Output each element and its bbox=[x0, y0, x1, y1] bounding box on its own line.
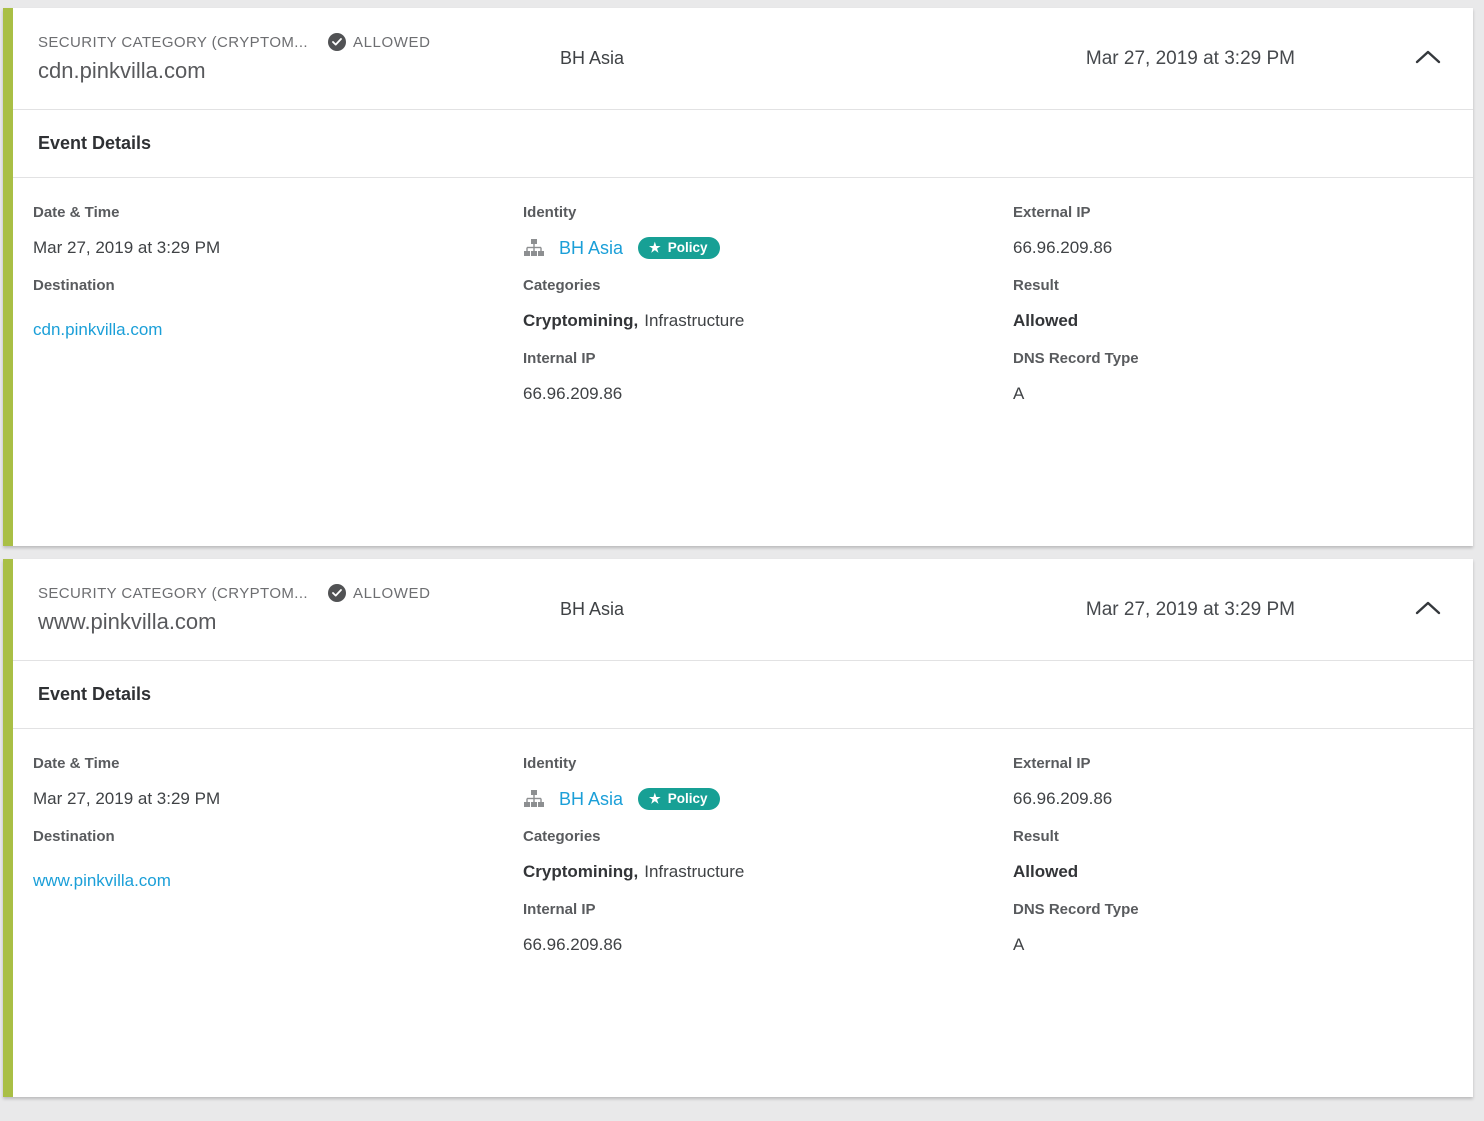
section-title-row: Event Details bbox=[13, 110, 1473, 178]
result-field: Result Allowed bbox=[1013, 277, 1473, 332]
event-card-header: SECURITY CATEGORY (CRYPTOM... ALLOWED cd… bbox=[13, 8, 1473, 110]
field-value: Allowed bbox=[1013, 861, 1473, 883]
header-timestamp: Mar 27, 2019 at 3:29 PM bbox=[1086, 599, 1295, 621]
field-label: Internal IP bbox=[523, 350, 1013, 367]
field-label: Date & Time bbox=[33, 204, 523, 221]
category-primary: Cryptomining, bbox=[523, 311, 638, 330]
date-time-field: Date & Time Mar 27, 2019 at 3:29 PM bbox=[33, 204, 523, 259]
sitemap-icon bbox=[523, 239, 545, 257]
category-primary: Cryptomining, bbox=[523, 862, 638, 881]
field-label: Categories bbox=[523, 828, 1013, 845]
event-card: SECURITY CATEGORY (CRYPTOM... ALLOWED ww… bbox=[3, 559, 1473, 1097]
field-value: Allowed bbox=[1013, 310, 1473, 332]
policy-badge[interactable]: ★ Policy bbox=[638, 788, 720, 810]
status-label: ALLOWED bbox=[353, 585, 431, 602]
field-value: A bbox=[1013, 383, 1473, 405]
external-ip-field: External IP 66.96.209.86 bbox=[1013, 204, 1473, 259]
identity-field: Identity BH Asia ★ Policy bbox=[523, 204, 1013, 259]
categories-field: Categories Cryptomining, Infrastructure bbox=[523, 277, 1013, 332]
details-column-right: External IP 66.96.209.86 Result Allowed … bbox=[1013, 755, 1473, 1097]
field-value: 66.96.209.86 bbox=[523, 934, 1013, 956]
header-identity: BH Asia bbox=[560, 599, 624, 620]
field-value: 66.96.209.86 bbox=[1013, 788, 1473, 810]
category-secondary: Infrastructure bbox=[644, 862, 744, 881]
identity-link[interactable]: BH Asia bbox=[559, 238, 623, 259]
identity-link[interactable]: BH Asia bbox=[559, 789, 623, 810]
field-label: Date & Time bbox=[33, 755, 523, 772]
event-details-grid: Date & Time Mar 27, 2019 at 3:29 PM Dest… bbox=[13, 178, 1473, 546]
chevron-up-icon bbox=[1415, 50, 1441, 67]
field-value: 66.96.209.86 bbox=[523, 383, 1013, 405]
destination-link[interactable]: cdn.pinkvilla.com bbox=[33, 320, 162, 339]
section-title-row: Event Details bbox=[13, 661, 1473, 729]
event-card-header: SECURITY CATEGORY (CRYPTOM... ALLOWED ww… bbox=[13, 559, 1473, 661]
identity-field: Identity BH Asia ★ Policy bbox=[523, 755, 1013, 810]
details-column-left: Date & Time Mar 27, 2019 at 3:29 PM Dest… bbox=[33, 204, 523, 546]
date-time-field: Date & Time Mar 27, 2019 at 3:29 PM bbox=[33, 755, 523, 810]
field-label: External IP bbox=[1013, 755, 1473, 772]
external-ip-field: External IP 66.96.209.86 bbox=[1013, 755, 1473, 810]
field-label: Destination bbox=[33, 828, 523, 845]
details-column-middle: Identity BH Asia ★ Policy Categories Cry… bbox=[523, 755, 1013, 1097]
destination-field: Destination cdn.pinkvilla.com bbox=[33, 277, 523, 340]
event-details-grid: Date & Time Mar 27, 2019 at 3:29 PM Dest… bbox=[13, 729, 1473, 1097]
field-value: 66.96.209.86 bbox=[1013, 237, 1473, 259]
collapse-button[interactable] bbox=[1413, 595, 1443, 625]
event-domain: www.pinkvilla.com bbox=[38, 609, 560, 635]
field-label: Result bbox=[1013, 277, 1473, 294]
details-column-middle: Identity BH Asia ★ Policy Categories Cry… bbox=[523, 204, 1013, 546]
categories-field: Categories Cryptomining, Infrastructure bbox=[523, 828, 1013, 883]
header-timestamp: Mar 27, 2019 at 3:29 PM bbox=[1086, 48, 1295, 70]
security-category-label: SECURITY CATEGORY (CRYPTOM... bbox=[38, 585, 308, 602]
destination-link[interactable]: www.pinkvilla.com bbox=[33, 871, 171, 890]
field-value: A bbox=[1013, 934, 1473, 956]
category-secondary: Infrastructure bbox=[644, 311, 744, 330]
status-badge: ALLOWED bbox=[328, 584, 431, 602]
field-value: Mar 27, 2019 at 3:29 PM bbox=[33, 788, 523, 810]
details-column-left: Date & Time Mar 27, 2019 at 3:29 PM Dest… bbox=[33, 755, 523, 1097]
internal-ip-field: Internal IP 66.96.209.86 bbox=[523, 901, 1013, 956]
section-title: Event Details bbox=[38, 684, 151, 705]
field-label: Identity bbox=[523, 755, 1013, 772]
check-circle-icon bbox=[328, 584, 346, 602]
field-label: DNS Record Type bbox=[1013, 901, 1473, 918]
field-label: External IP bbox=[1013, 204, 1473, 221]
collapse-button[interactable] bbox=[1413, 44, 1443, 74]
field-value: Mar 27, 2019 at 3:29 PM bbox=[33, 237, 523, 259]
field-label: Internal IP bbox=[523, 901, 1013, 918]
result-field: Result Allowed bbox=[1013, 828, 1473, 883]
policy-badge[interactable]: ★ Policy bbox=[638, 237, 720, 259]
security-category-label: SECURITY CATEGORY (CRYPTOM... bbox=[38, 34, 308, 51]
check-circle-icon bbox=[328, 33, 346, 51]
sitemap-icon bbox=[523, 790, 545, 808]
star-icon: ★ bbox=[649, 792, 661, 805]
status-label: ALLOWED bbox=[353, 34, 431, 51]
section-title: Event Details bbox=[38, 133, 151, 154]
dns-record-type-field: DNS Record Type A bbox=[1013, 350, 1473, 405]
dns-record-type-field: DNS Record Type A bbox=[1013, 901, 1473, 956]
star-icon: ★ bbox=[649, 241, 661, 254]
policy-badge-label: Policy bbox=[668, 240, 708, 255]
field-label: DNS Record Type bbox=[1013, 350, 1473, 367]
event-card: SECURITY CATEGORY (CRYPTOM... ALLOWED cd… bbox=[3, 8, 1473, 546]
field-label: Categories bbox=[523, 277, 1013, 294]
internal-ip-field: Internal IP 66.96.209.86 bbox=[523, 350, 1013, 405]
field-label: Result bbox=[1013, 828, 1473, 845]
event-domain: cdn.pinkvilla.com bbox=[38, 58, 560, 84]
status-badge: ALLOWED bbox=[328, 33, 431, 51]
field-label: Identity bbox=[523, 204, 1013, 221]
details-column-right: External IP 66.96.209.86 Result Allowed … bbox=[1013, 204, 1473, 546]
field-label: Destination bbox=[33, 277, 523, 294]
chevron-up-icon bbox=[1415, 601, 1441, 618]
event-summary: SECURITY CATEGORY (CRYPTOM... ALLOWED cd… bbox=[38, 33, 560, 84]
event-summary: SECURITY CATEGORY (CRYPTOM... ALLOWED ww… bbox=[38, 584, 560, 635]
policy-badge-label: Policy bbox=[668, 791, 708, 806]
destination-field: Destination www.pinkvilla.com bbox=[33, 828, 523, 891]
header-identity: BH Asia bbox=[560, 48, 624, 69]
